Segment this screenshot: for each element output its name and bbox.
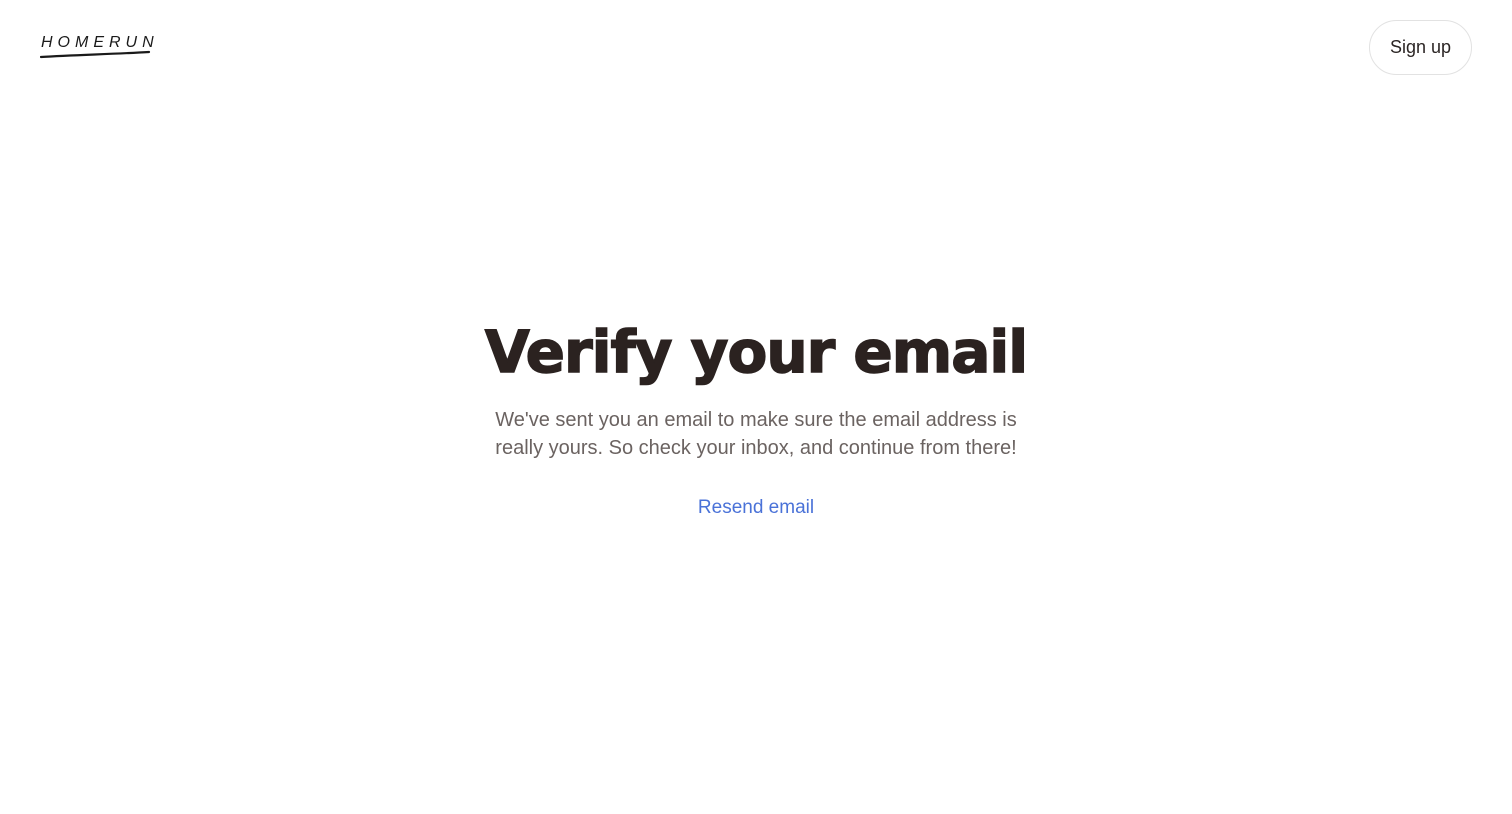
sign-up-button[interactable]: Sign up	[1369, 20, 1472, 75]
verify-email-content: Verify your email We've sent you an emai…	[0, 317, 1512, 520]
page-title: Verify your email	[484, 317, 1029, 387]
verification-message: We've sent you an email to make sure the…	[495, 409, 1017, 459]
resend-email-link[interactable]: Resend email	[698, 496, 814, 520]
homerun-logo[interactable]: HOMERUN	[40, 33, 155, 61]
logo-underline	[40, 50, 151, 59]
verify-email-page: HOMERUN Sign up Verify your email We've …	[0, 0, 1512, 814]
